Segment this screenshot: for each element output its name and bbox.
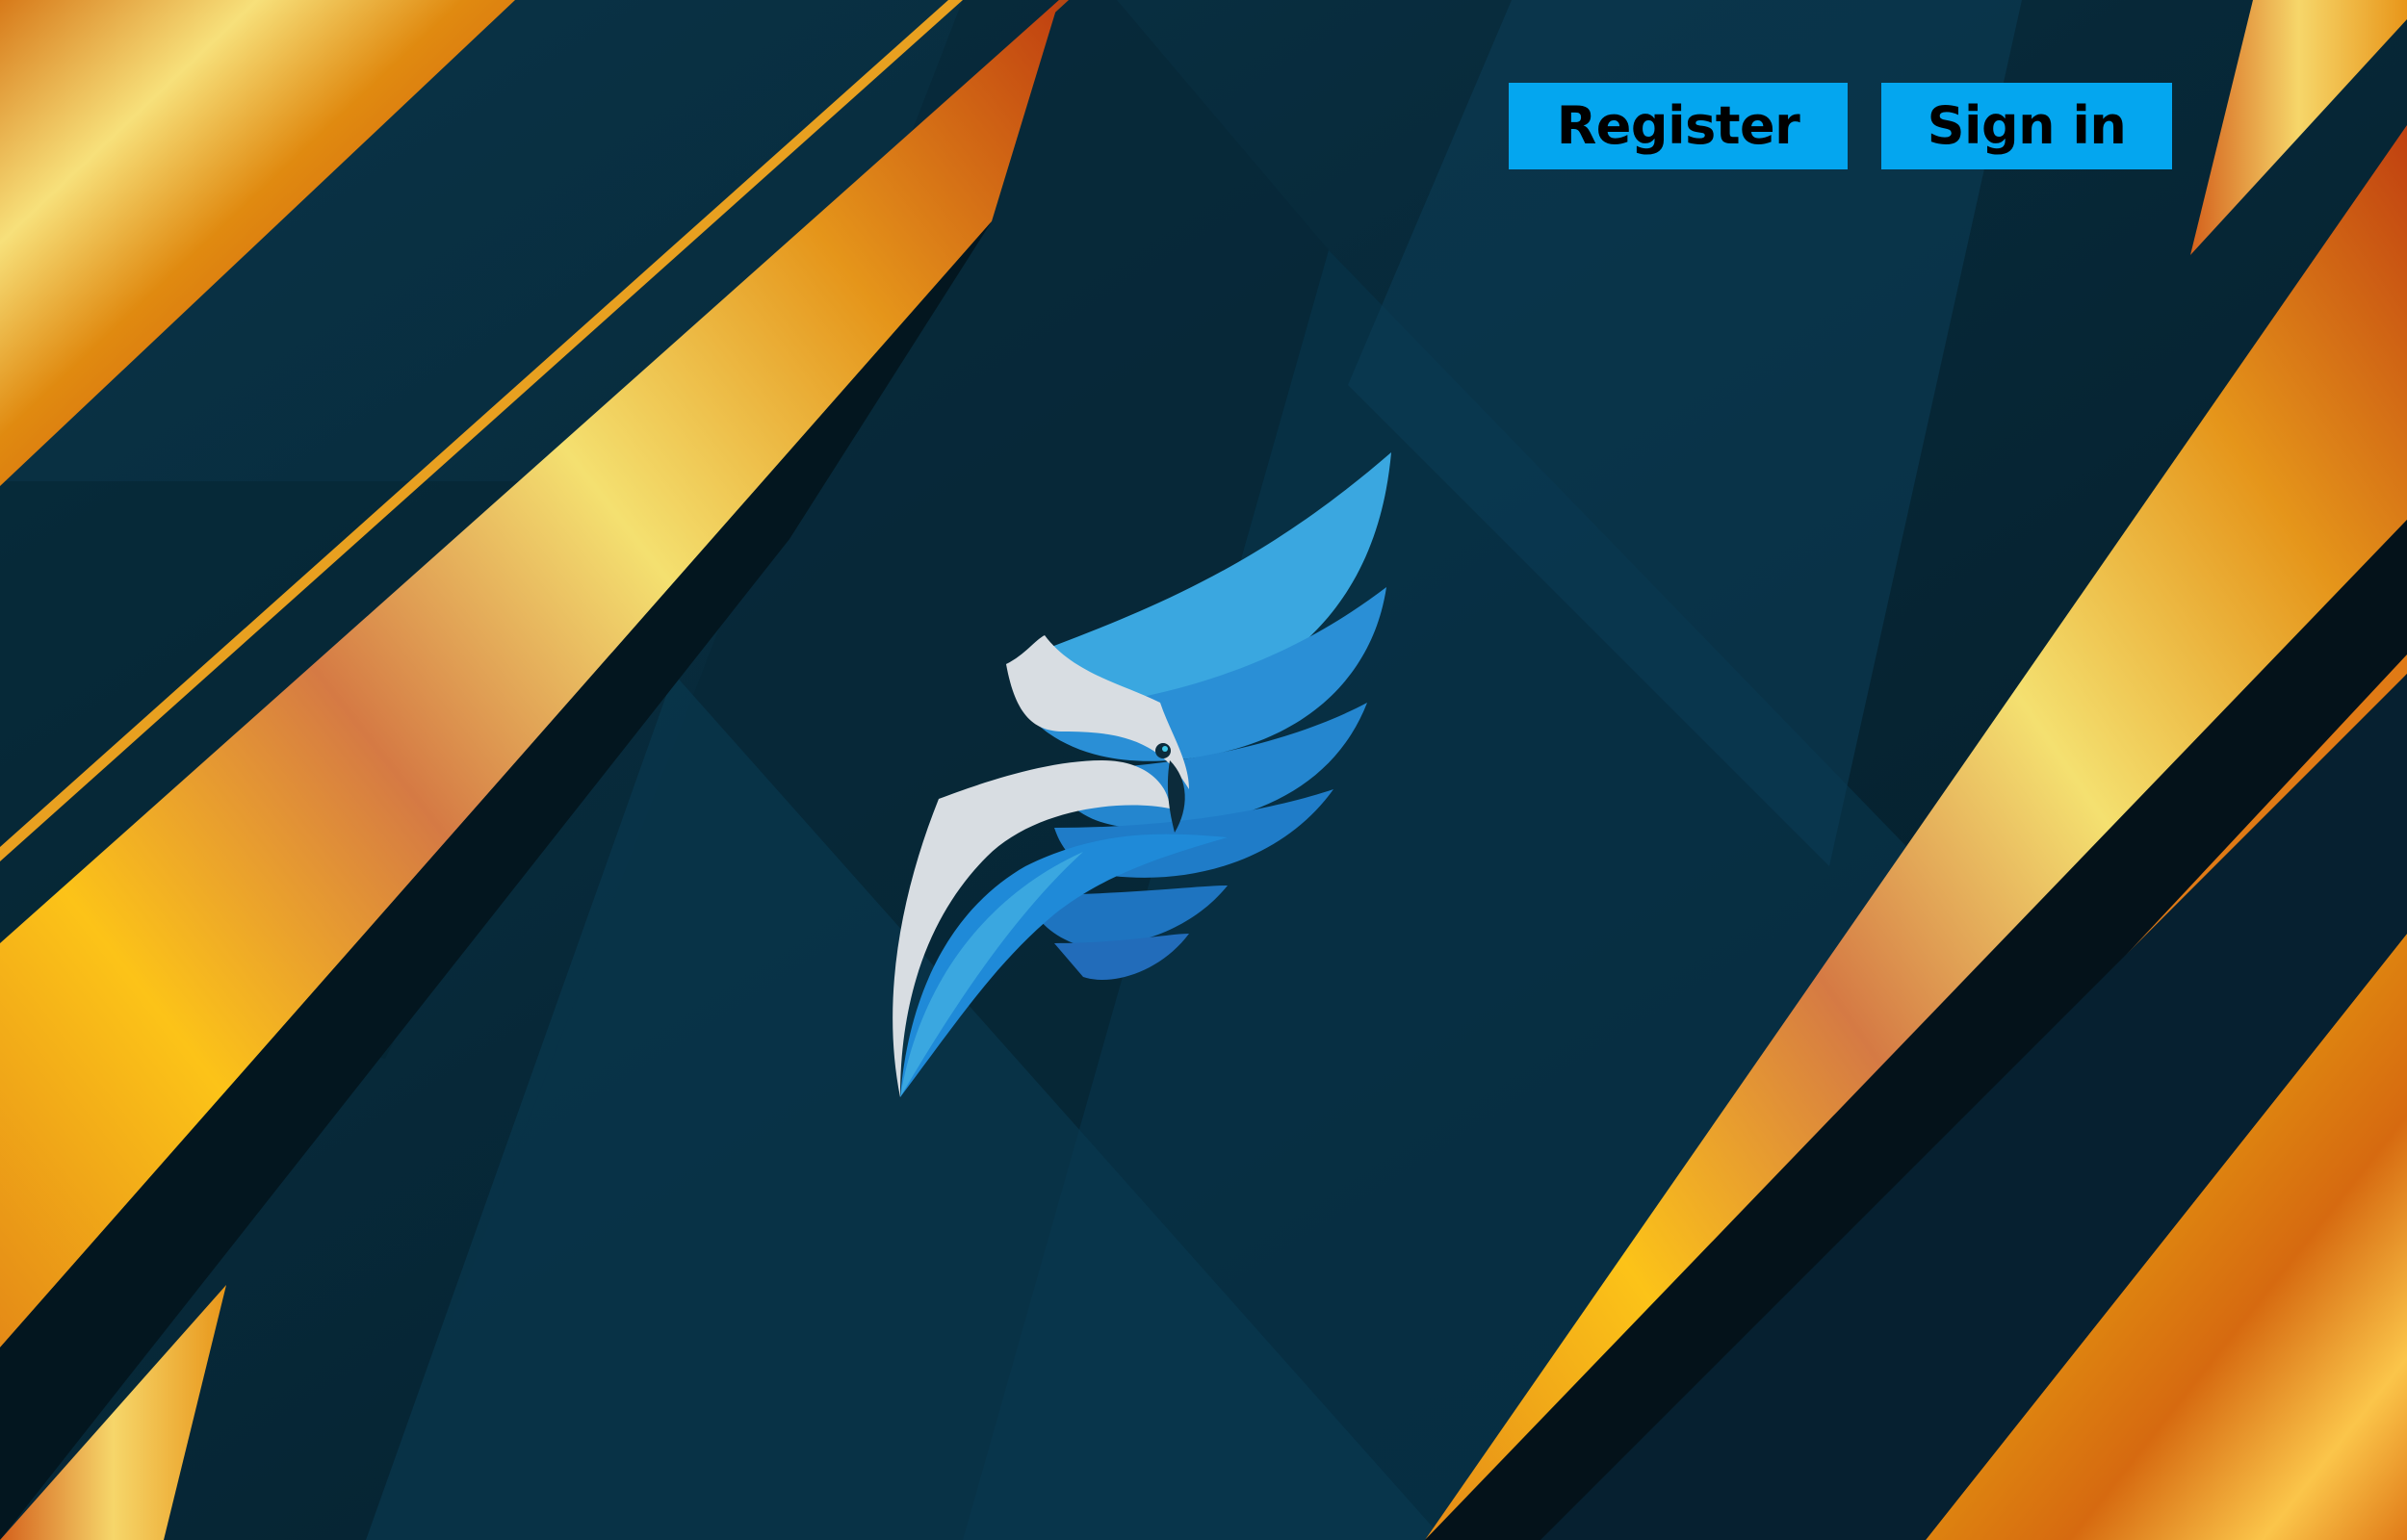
- auth-actions: Register Sign in: [1509, 83, 2172, 169]
- sign-in-button[interactable]: Sign in: [1881, 83, 2172, 169]
- landing-page: Register Sign in: [0, 0, 2407, 1540]
- eagle-wing-logo-icon: [893, 452, 1391, 1097]
- register-button[interactable]: Register: [1509, 83, 1848, 169]
